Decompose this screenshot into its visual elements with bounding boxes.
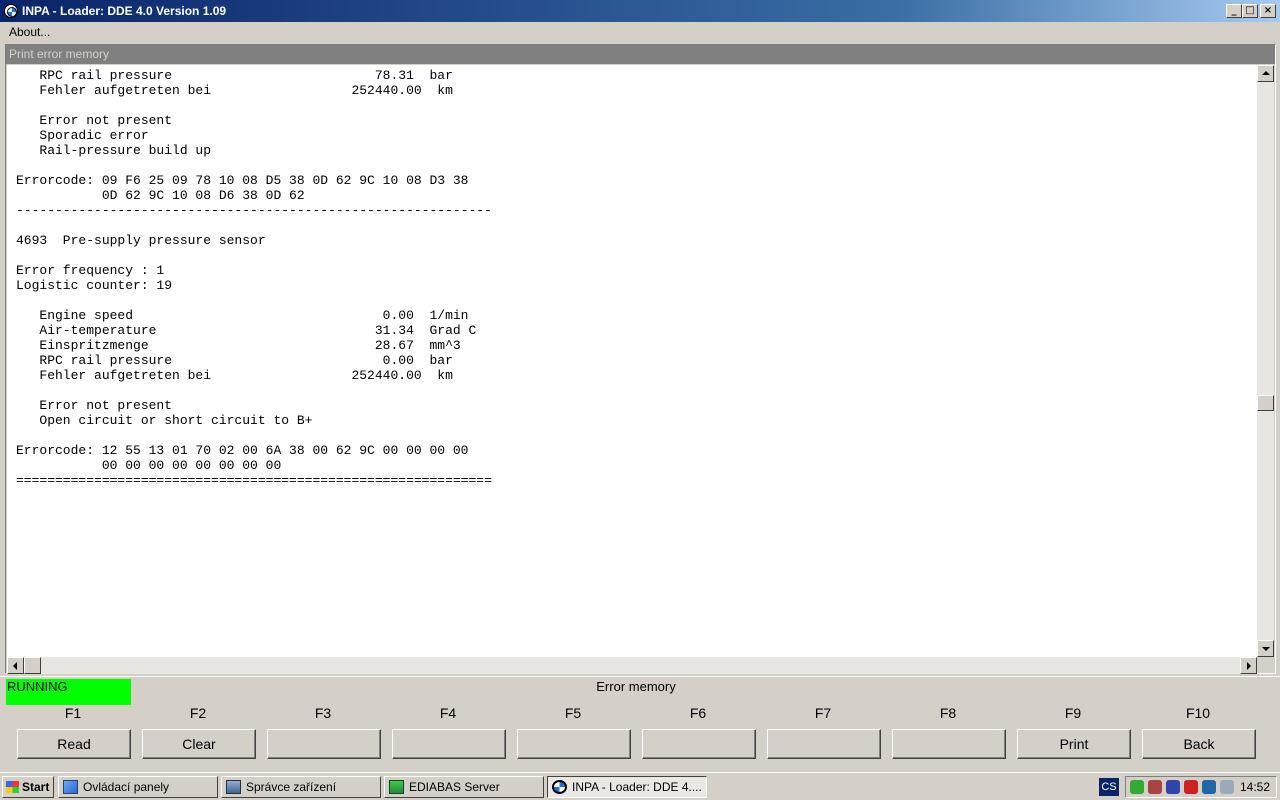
panel-header: Print error memory [6, 45, 1275, 64]
task-ediabas-server[interactable]: EDIABAS Server [384, 776, 544, 798]
scroll-left-icon[interactable] [7, 657, 24, 674]
menu-bar: About... [0, 22, 1280, 42]
fkey-label-f4: F4 [439, 705, 457, 721]
scroll-down-icon[interactable] [1257, 640, 1274, 657]
shield-icon[interactable] [1184, 780, 1198, 794]
fkey-label-f6: F6 [689, 705, 707, 721]
f8-button[interactable] [892, 729, 1006, 759]
f7-button[interactable] [767, 729, 881, 759]
scroll-right-icon[interactable] [1240, 657, 1257, 674]
text-output[interactable]: RPC rail pressure 78.31 bar Fehler aufge… [7, 65, 1257, 657]
control-panel-icon [63, 780, 78, 794]
device-manager-icon [226, 780, 241, 794]
back-button[interactable]: Back [1142, 729, 1256, 759]
task-label: INPA - Loader: DDE 4.... [572, 780, 702, 794]
minimize-button[interactable]: _ [1226, 4, 1242, 18]
fkey-label-f10: F10 [1185, 705, 1211, 721]
window-title: INPA - Loader: DDE 4.0 Version 1.09 [22, 4, 227, 18]
language-indicator[interactable]: CS [1099, 778, 1119, 796]
monitor-icon[interactable] [1202, 780, 1216, 794]
task-label: Správce zařízení [246, 780, 337, 794]
error-memory-panel: Print error memory RPC rail pressure 78.… [5, 44, 1276, 674]
system-tray: 14:52 [1125, 776, 1277, 798]
vertical-scrollbar[interactable] [1257, 65, 1274, 657]
windows-logo-icon [6, 781, 19, 793]
maximize-button[interactable]: □ [1242, 4, 1258, 18]
fkey-label-f3: F3 [314, 705, 332, 721]
fkey-label-f8: F8 [939, 705, 957, 721]
status-badge: RUNNING [6, 679, 131, 705]
bmw-app-icon[interactable] [4, 4, 18, 18]
window-titlebar: INPA - Loader: DDE 4.0 Version 1.09 _ □ … [0, 0, 1280, 22]
network-icon[interactable] [1130, 780, 1144, 794]
close-button[interactable]: × [1260, 4, 1276, 18]
f3-button[interactable] [267, 729, 381, 759]
screen-title: Error memory [596, 679, 676, 694]
function-key-area: RUNNING Error memory F1 F2 F3 F4 F5 F6 F… [0, 676, 1280, 772]
error-memory-text: RPC rail pressure 78.31 bar Fehler aufge… [16, 68, 492, 488]
start-label: Start [22, 780, 50, 794]
fkey-label-f9: F9 [1064, 705, 1082, 721]
task-label: Ovládací panely [83, 780, 170, 794]
read-button[interactable]: Read [17, 729, 131, 759]
fkey-label-f7: F7 [814, 705, 832, 721]
ediabas-icon [389, 780, 404, 794]
f5-button[interactable] [517, 729, 631, 759]
usb-icon[interactable] [1166, 780, 1180, 794]
clock: 14:52 [1240, 780, 1271, 794]
task-control-panel[interactable]: Ovládací panely [58, 776, 218, 798]
vertical-scroll-thumb[interactable] [1257, 395, 1274, 411]
task-device-manager[interactable]: Správce zařízení [221, 776, 381, 798]
tool-icon[interactable] [1148, 780, 1162, 794]
menu-about[interactable]: About... [9, 25, 50, 39]
fkey-label-f5: F5 [564, 705, 582, 721]
clear-button[interactable]: Clear [142, 729, 256, 759]
task-label: EDIABAS Server [409, 780, 500, 794]
horizontal-scrollbar[interactable] [7, 657, 1257, 674]
connection-icon[interactable] [1220, 780, 1234, 794]
f4-button[interactable] [392, 729, 506, 759]
print-button[interactable]: Print [1017, 729, 1131, 759]
f6-button[interactable] [642, 729, 756, 759]
fkey-label-f1: F1 [64, 705, 82, 721]
task-inpa-loader[interactable]: INPA - Loader: DDE 4.... [547, 776, 707, 798]
fkey-label-f2: F2 [189, 705, 207, 721]
bmw-icon [552, 780, 567, 794]
scroll-up-icon[interactable] [1257, 65, 1274, 82]
taskbar: Start Ovládací panely Správce zařízení E… [0, 772, 1280, 800]
horizontal-scroll-thumb[interactable] [24, 657, 41, 674]
start-button[interactable]: Start [2, 776, 54, 798]
